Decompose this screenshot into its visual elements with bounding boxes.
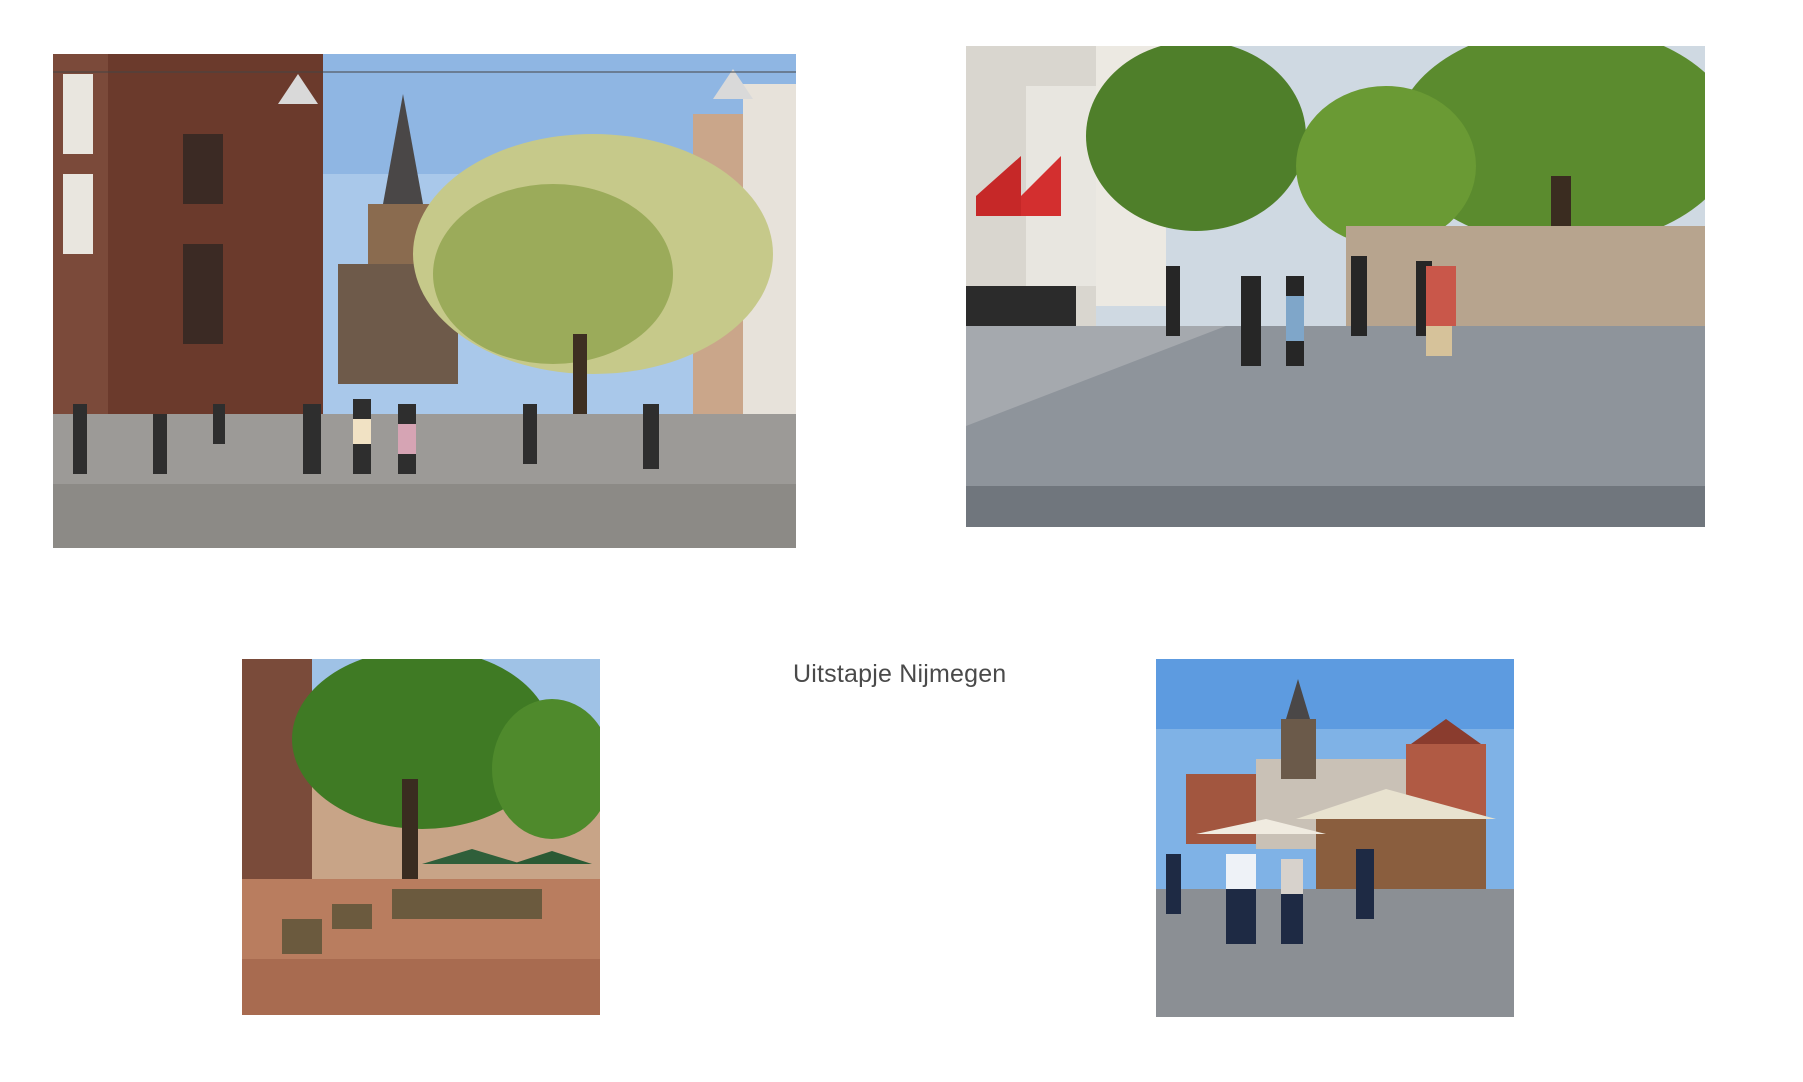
page-title: Uitstapje Nijmegen <box>793 660 1007 688</box>
photo-shopping-street-church-image <box>53 54 796 548</box>
photo-square-terraces <box>242 659 600 1015</box>
photo-square-terraces-image <box>242 659 600 1015</box>
photo-pedestrian-street <box>966 46 1705 527</box>
photo-market-church <box>1156 659 1514 1017</box>
photo-pedestrian-street-image <box>966 46 1705 527</box>
photo-market-church-image <box>1156 659 1514 1017</box>
photo-shopping-street-church <box>53 54 796 548</box>
